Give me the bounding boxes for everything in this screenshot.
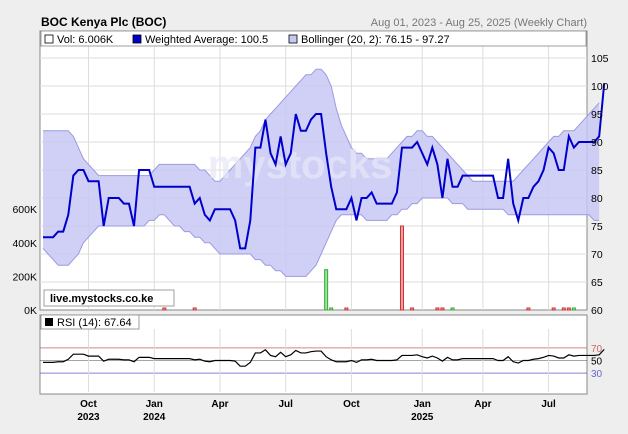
volume-tick-label: 200K bbox=[12, 271, 37, 283]
x-tick-year: 2023 bbox=[77, 412, 100, 423]
chart-subtitle: Aug 01, 2023 - Aug 25, 2025 (Weekly Char… bbox=[371, 17, 587, 29]
price-tick-label: 80 bbox=[591, 193, 603, 205]
x-tick-month: Oct bbox=[343, 399, 360, 410]
price-tick-label: 60 bbox=[591, 305, 603, 317]
legend: Vol: 6.006K Weighted Average: 100.5 Bollin… bbox=[44, 34, 450, 46]
chart-svg: BOC Kenya Plc (BOC) Aug 01, 2023 - Aug 2… bbox=[12, 15, 609, 423]
legend-label: Vol: 6.006K bbox=[57, 34, 114, 46]
x-tick-month: Jul bbox=[541, 399, 556, 410]
legend-swatch bbox=[288, 34, 298, 44]
x-tick-month: Jul bbox=[278, 399, 293, 410]
volume-tick-label: 0K bbox=[24, 305, 37, 317]
rsi-axis: 70 5030 bbox=[591, 344, 603, 380]
x-tick-month: Jan bbox=[146, 399, 163, 410]
chart-title: BOC Kenya Plc (BOC) bbox=[41, 15, 166, 29]
price-tick-label: 70 bbox=[591, 249, 603, 261]
volume-bar bbox=[162, 307, 167, 311]
x-axis: Oct 2023 Jan 2024 Apr Jul Oct Jan 2025 Apr Jul bbox=[77, 399, 556, 423]
rsi-legend-label: RSI (14): 67.64 bbox=[57, 317, 132, 329]
volume-bar bbox=[410, 307, 415, 311]
x-tick-month: Apr bbox=[474, 399, 491, 410]
price-tick-label: 95 bbox=[591, 109, 603, 121]
volume-bar bbox=[526, 307, 531, 311]
x-tick-month: Oct bbox=[80, 399, 97, 410]
legend-swatch bbox=[44, 34, 54, 44]
legend-swatch bbox=[132, 34, 142, 44]
x-tick-month: Apr bbox=[211, 399, 228, 410]
volume-tick-label: 600K bbox=[12, 204, 37, 216]
volume-tick-label: 400K bbox=[12, 238, 37, 250]
volume-bar bbox=[561, 307, 566, 311]
volume-bar bbox=[329, 307, 334, 311]
rsi-ref-label: 70 bbox=[591, 344, 603, 355]
legend-label: Weighted Average: 100.5 bbox=[145, 34, 268, 46]
stock-chart: BOC Kenya Plc (BOC) Aug 01, 2023 - Aug 2… bbox=[0, 0, 628, 429]
x-tick-year: 2025 bbox=[411, 412, 434, 423]
volume-bar bbox=[440, 307, 445, 311]
watermark-text: live.mystocks.co.ke bbox=[50, 293, 153, 305]
price-tick-label: 75 bbox=[591, 221, 603, 233]
rsi-ref-label: 50 bbox=[591, 357, 603, 368]
volume-bar bbox=[450, 307, 455, 311]
price-tick-label: 105 bbox=[591, 53, 609, 65]
volume-bar bbox=[571, 307, 576, 311]
price-tick-label: 85 bbox=[591, 165, 603, 177]
price-tick-label: 65 bbox=[591, 277, 603, 289]
volume-bar bbox=[435, 307, 440, 311]
rsi-legend-swatch bbox=[45, 318, 53, 326]
volume-bar bbox=[551, 307, 556, 311]
price-tick-label: 100 bbox=[591, 81, 609, 93]
volume-bar bbox=[192, 307, 197, 311]
volume-bar bbox=[324, 269, 329, 311]
legend-label: Bollinger (20, 2): 76.15 - 97.27 bbox=[301, 34, 450, 46]
volume-bar bbox=[344, 307, 349, 311]
x-tick-month: Jan bbox=[414, 399, 431, 410]
rsi-ref-label: 30 bbox=[591, 369, 603, 380]
volume-axis: 0K 200K 400K 600K bbox=[12, 204, 37, 317]
price-tick-label: 90 bbox=[591, 137, 603, 149]
watermark-logo: mystocks bbox=[208, 143, 393, 187]
x-tick-year: 2024 bbox=[143, 412, 166, 423]
volume-bar bbox=[566, 307, 571, 311]
volume-bar bbox=[399, 225, 404, 311]
